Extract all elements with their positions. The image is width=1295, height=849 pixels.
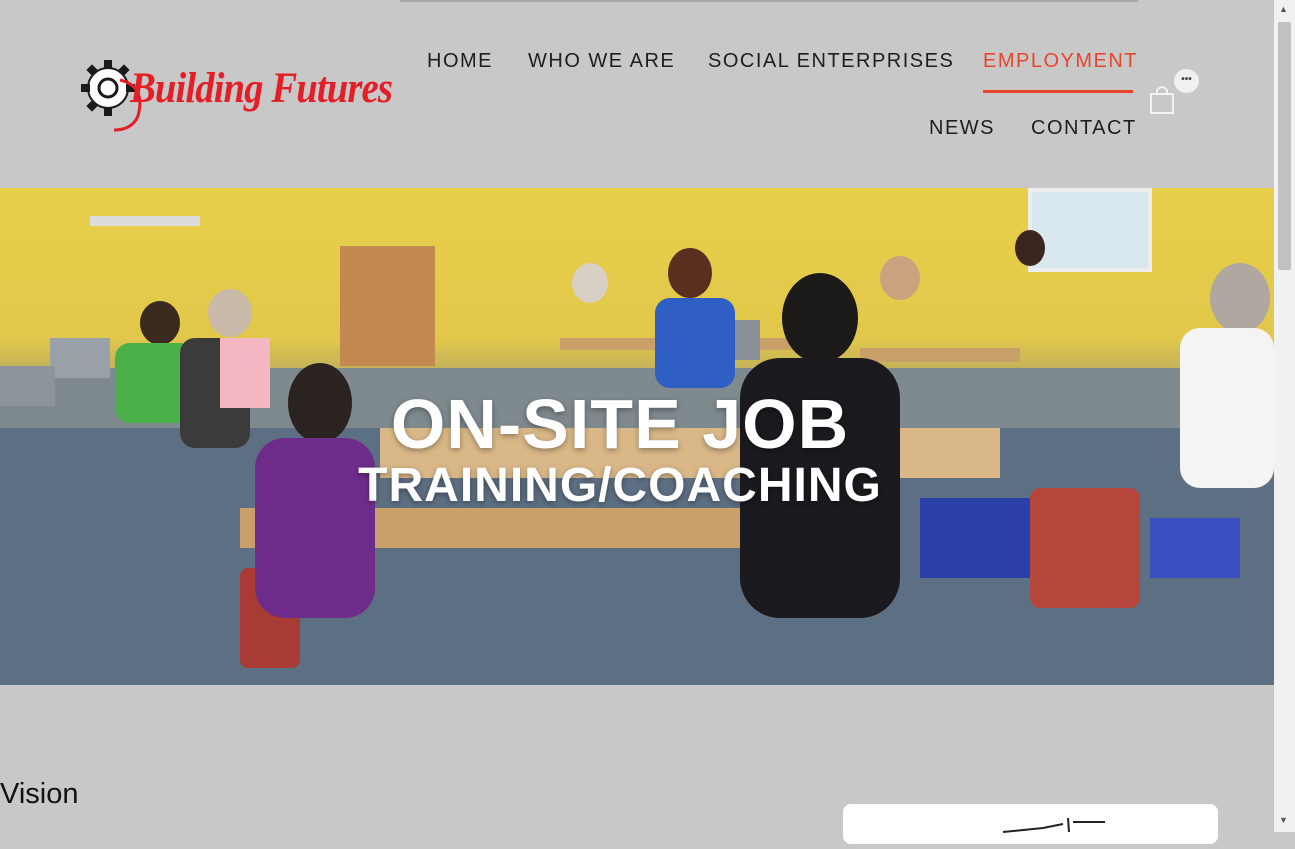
hero-title: ON-SITE JOB [390, 385, 850, 463]
nav-news[interactable]: NEWS [929, 117, 995, 140]
site-logo[interactable]: Building Futures [80, 50, 400, 134]
scroll-thumb[interactable] [1278, 22, 1291, 270]
vision-heading: Vision [0, 778, 79, 810]
nav-employment[interactable]: EMPLOYMENT [983, 50, 1138, 73]
scroll-up-arrow-icon[interactable]: ▲ [1279, 4, 1288, 14]
nav-social-enterprises[interactable]: SOCIAL ENTERPRISES [708, 50, 954, 73]
logo-text: Building Futures [130, 65, 393, 112]
nav-home[interactable]: HOME [427, 50, 493, 73]
top-divider [400, 0, 1138, 2]
card-artwork [1002, 817, 1105, 833]
hero-banner: ON-SITE JOB TRAINING/COACHING [0, 188, 1274, 685]
scroll-down-arrow-icon[interactable]: ▼ [1279, 815, 1288, 825]
vertical-scrollbar[interactable]: ▲ ▼ [1274, 0, 1295, 832]
hero-subtitle: TRAINING/COACHING [358, 459, 882, 512]
side-image-card [843, 804, 1218, 844]
nav-contact[interactable]: CONTACT [1031, 117, 1137, 140]
nav-who-we-are[interactable]: WHO WE ARE [528, 50, 675, 73]
cart-count-badge: ••• [1174, 69, 1199, 93]
nav-active-indicator [983, 90, 1133, 93]
